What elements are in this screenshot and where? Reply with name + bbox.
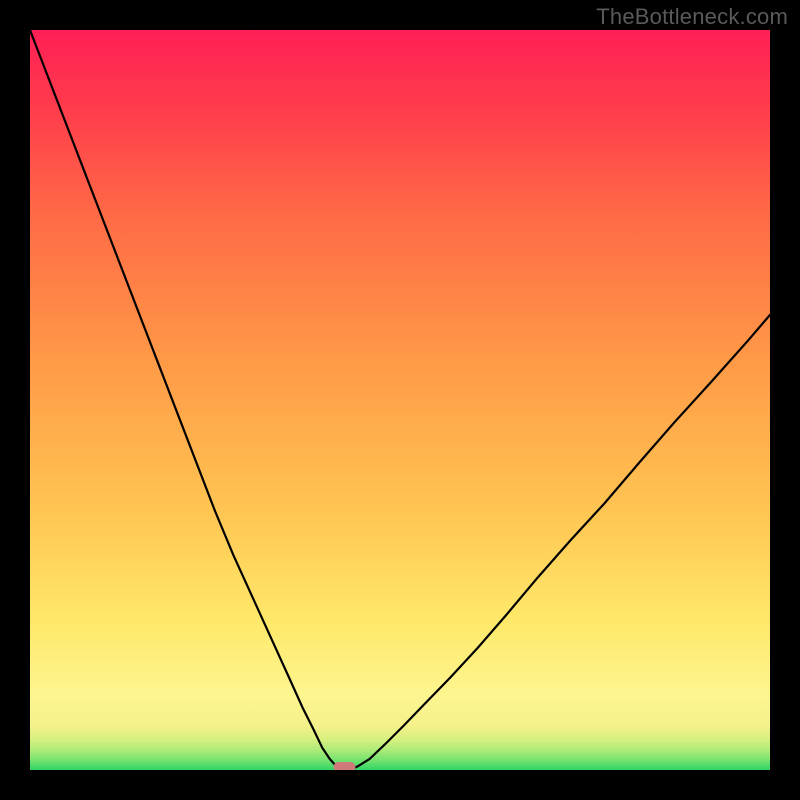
- optimal-marker: [334, 762, 356, 770]
- chart-frame: TheBottleneck.com: [0, 0, 800, 800]
- bottleneck-plot: [30, 30, 770, 770]
- watermark-text: TheBottleneck.com: [596, 4, 788, 30]
- plot-svg: [30, 30, 770, 770]
- gradient-background: [30, 30, 770, 770]
